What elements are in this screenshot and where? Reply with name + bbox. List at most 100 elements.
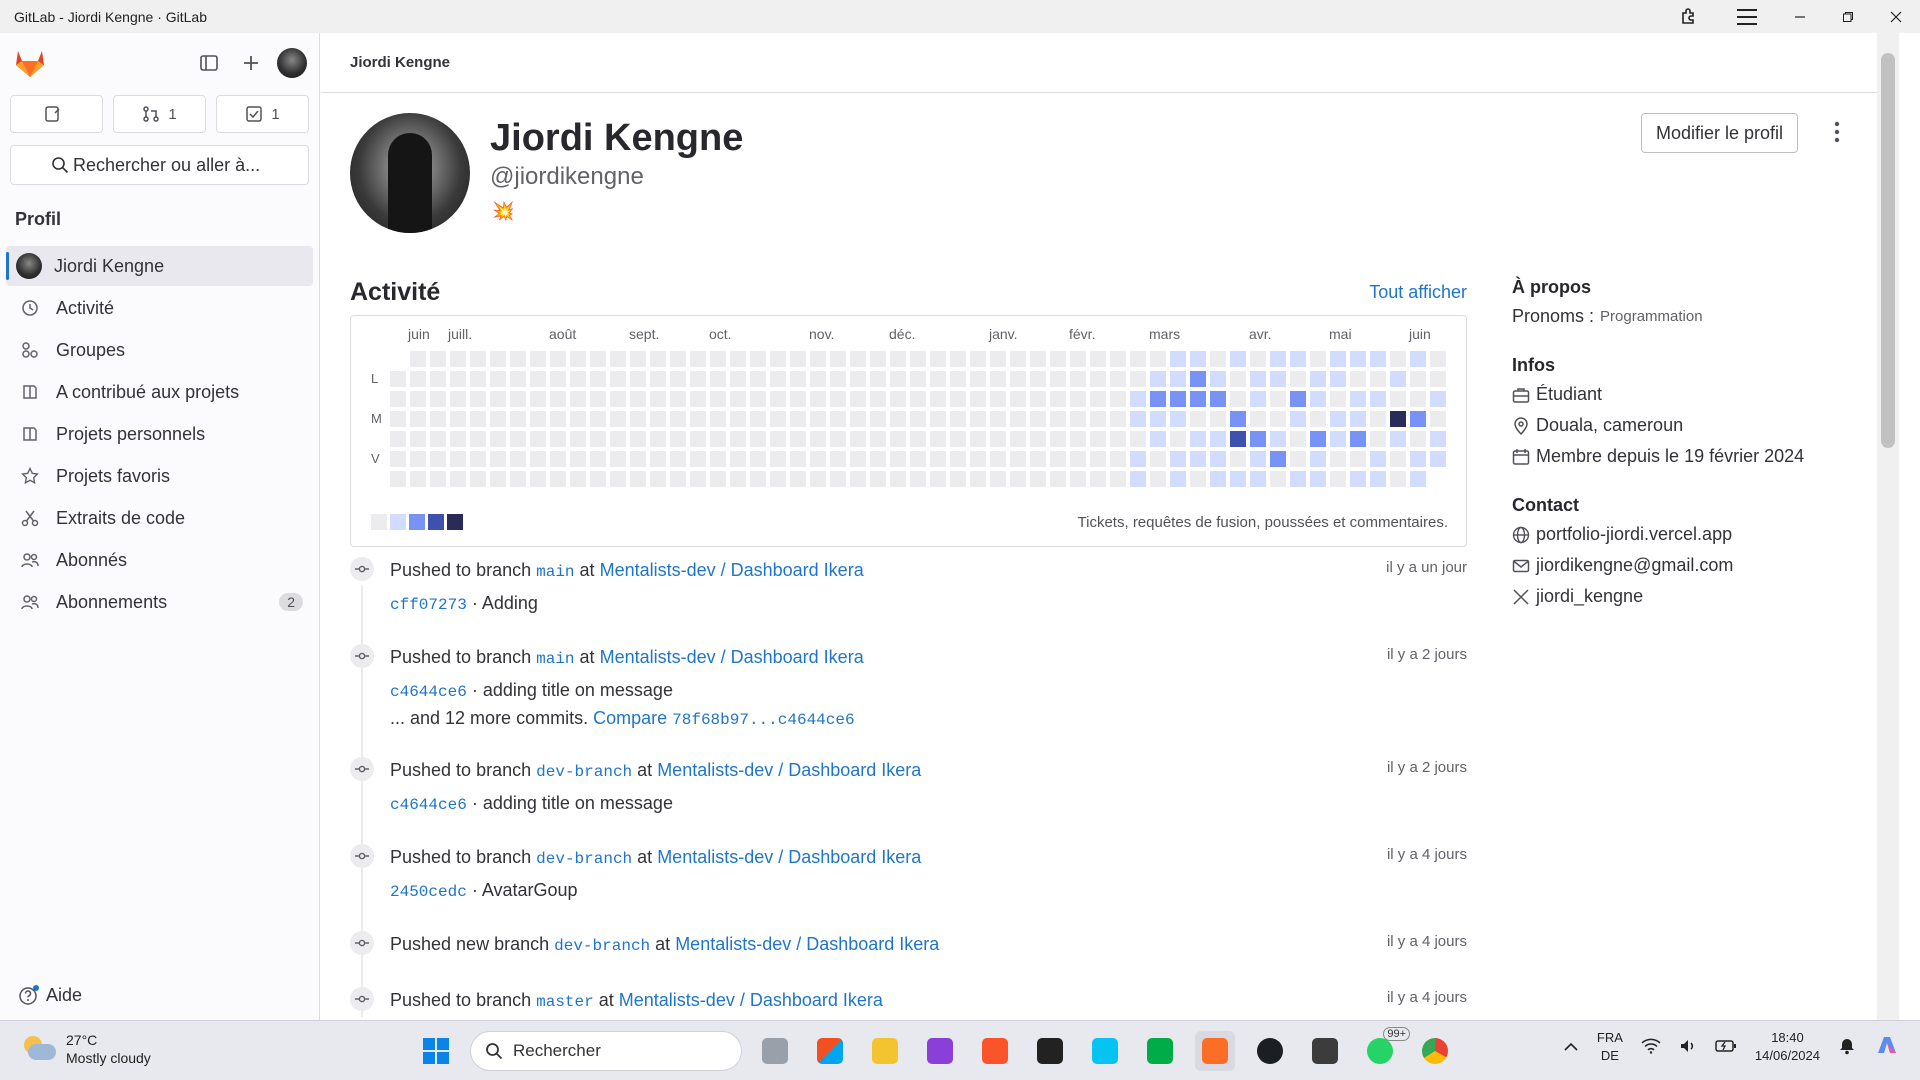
calendar-day-cell[interactable]: [910, 351, 926, 367]
calendar-day-cell[interactable]: [1110, 451, 1126, 467]
calendar-day-cell[interactable]: [1050, 391, 1066, 407]
calendar-day-cell[interactable]: [950, 451, 966, 467]
calendar-day-cell[interactable]: [610, 371, 626, 387]
calendar-day-cell[interactable]: [1170, 351, 1186, 367]
calendar-day-cell[interactable]: [410, 451, 426, 467]
calendar-day-cell[interactable]: [650, 431, 666, 447]
calendar-day-cell[interactable]: [1050, 431, 1066, 447]
merge-requests-counter[interactable]: 1: [113, 95, 206, 133]
calendar-day-cell[interactable]: [930, 391, 946, 407]
calendar-day-cell[interactable]: [1390, 391, 1406, 407]
calendar-day-cell[interactable]: [850, 451, 866, 467]
calendar-day-cell[interactable]: [590, 431, 606, 447]
calendar-day-cell[interactable]: [590, 411, 606, 427]
calendar-day-cell[interactable]: [410, 371, 426, 387]
calendar-day-cell[interactable]: [670, 451, 686, 467]
calendar-day-cell[interactable]: [810, 351, 826, 367]
user-avatar[interactable]: [277, 48, 307, 78]
calendar-day-cell[interactable]: [470, 451, 486, 467]
sidebar-toggle-icon[interactable]: [191, 45, 227, 81]
calendar-day-cell[interactable]: [810, 371, 826, 387]
calendar-day-cell[interactable]: [470, 411, 486, 427]
calendar-day-cell[interactable]: [1410, 411, 1426, 427]
webstorm-icon[interactable]: [1085, 1031, 1125, 1071]
calendar-day-cell[interactable]: [1150, 451, 1166, 467]
calendar-day-cell[interactable]: [1290, 371, 1306, 387]
command-prompt-icon[interactable]: [1305, 1031, 1345, 1071]
calendar-day-cell[interactable]: [690, 351, 706, 367]
gitlab-logo-icon[interactable]: [12, 45, 48, 81]
calendar-day-cell[interactable]: [490, 391, 506, 407]
sidebar-item-starred-projects[interactable]: Projets favoris: [6, 456, 313, 496]
calendar-day-cell[interactable]: [610, 471, 626, 487]
sidebar-item-groups[interactable]: Groupes: [6, 330, 313, 370]
calendar-day-cell[interactable]: [750, 411, 766, 427]
calendar-day-cell[interactable]: [450, 451, 466, 467]
calendar-day-cell[interactable]: [630, 411, 646, 427]
calendar-day-cell[interactable]: [1330, 391, 1346, 407]
calendar-day-cell[interactable]: [1050, 351, 1066, 367]
calendar-day-cell[interactable]: [530, 431, 546, 447]
calendar-day-cell[interactable]: [470, 431, 486, 447]
calendar-day-cell[interactable]: [970, 371, 986, 387]
calendar-day-cell[interactable]: [1410, 391, 1426, 407]
calendar-day-cell[interactable]: [510, 351, 526, 367]
calendar-day-cell[interactable]: [710, 411, 726, 427]
calendar-day-cell[interactable]: [1270, 431, 1286, 447]
calendar-day-cell[interactable]: [990, 391, 1006, 407]
battery-icon[interactable]: [1715, 1039, 1737, 1056]
calendar-day-cell[interactable]: [870, 431, 886, 447]
calendar-day-cell[interactable]: [750, 451, 766, 467]
calendar-day-cell[interactable]: [850, 371, 866, 387]
calendar-day-cell[interactable]: [990, 471, 1006, 487]
calendar-day-cell[interactable]: [650, 471, 666, 487]
calendar-day-cell[interactable]: [1270, 371, 1286, 387]
calendar-day-cell[interactable]: [1110, 371, 1126, 387]
calendar-day-cell[interactable]: [1210, 391, 1226, 407]
calendar-day-cell[interactable]: [1110, 391, 1126, 407]
calendar-day-cell[interactable]: [990, 451, 1006, 467]
microsoft-store-icon[interactable]: [810, 1031, 850, 1071]
calendar-day-cell[interactable]: [770, 391, 786, 407]
gitlab-app-icon[interactable]: [1195, 1031, 1235, 1071]
calendar-day-cell[interactable]: [1030, 471, 1046, 487]
calendar-day-cell[interactable]: [1030, 391, 1046, 407]
calendar-day-cell[interactable]: [1130, 391, 1146, 407]
breadcrumb-item[interactable]: Jiordi Kengne: [350, 54, 450, 71]
calendar-day-cell[interactable]: [1130, 451, 1146, 467]
calendar-day-cell[interactable]: [1090, 391, 1106, 407]
terminal-icon[interactable]: [1030, 1031, 1070, 1071]
calendar-day-cell[interactable]: [790, 411, 806, 427]
calendar-day-cell[interactable]: [450, 391, 466, 407]
calendar-day-cell[interactable]: [810, 451, 826, 467]
calendar-day-cell[interactable]: [770, 351, 786, 367]
calendar-day-cell[interactable]: [1030, 371, 1046, 387]
calendar-day-cell[interactable]: [790, 431, 806, 447]
calendar-day-cell[interactable]: [870, 391, 886, 407]
calendar-day-cell[interactable]: [630, 471, 646, 487]
calendar-day-cell[interactable]: [1070, 471, 1086, 487]
calendar-day-cell[interactable]: [830, 371, 846, 387]
calendar-day-cell[interactable]: [1170, 471, 1186, 487]
calendar-day-cell[interactable]: [1090, 351, 1106, 367]
issues-counter[interactable]: [10, 95, 103, 133]
calendar-day-cell[interactable]: [1230, 471, 1246, 487]
calendar-day-cell[interactable]: [670, 411, 686, 427]
calendar-day-cell[interactable]: [1330, 471, 1346, 487]
calendar-day-cell[interactable]: [490, 371, 506, 387]
commit-sha-link[interactable]: cff07273: [390, 596, 467, 614]
calendar-day-cell[interactable]: [1370, 431, 1386, 447]
calendar-day-cell[interactable]: [1390, 371, 1406, 387]
calendar-day-cell[interactable]: [830, 351, 846, 367]
calendar-day-cell[interactable]: [790, 451, 806, 467]
calendar-day-cell[interactable]: [1290, 431, 1306, 447]
calendar-day-cell[interactable]: [650, 411, 666, 427]
calendar-day-cell[interactable]: [870, 471, 886, 487]
calendar-day-cell[interactable]: [390, 431, 406, 447]
calendar-day-cell[interactable]: [410, 391, 426, 407]
calendar-day-cell[interactable]: [850, 411, 866, 427]
calendar-day-cell[interactable]: [530, 451, 546, 467]
calendar-day-cell[interactable]: [1390, 451, 1406, 467]
calendar-day-cell[interactable]: [770, 411, 786, 427]
calendar-day-cell[interactable]: [790, 351, 806, 367]
